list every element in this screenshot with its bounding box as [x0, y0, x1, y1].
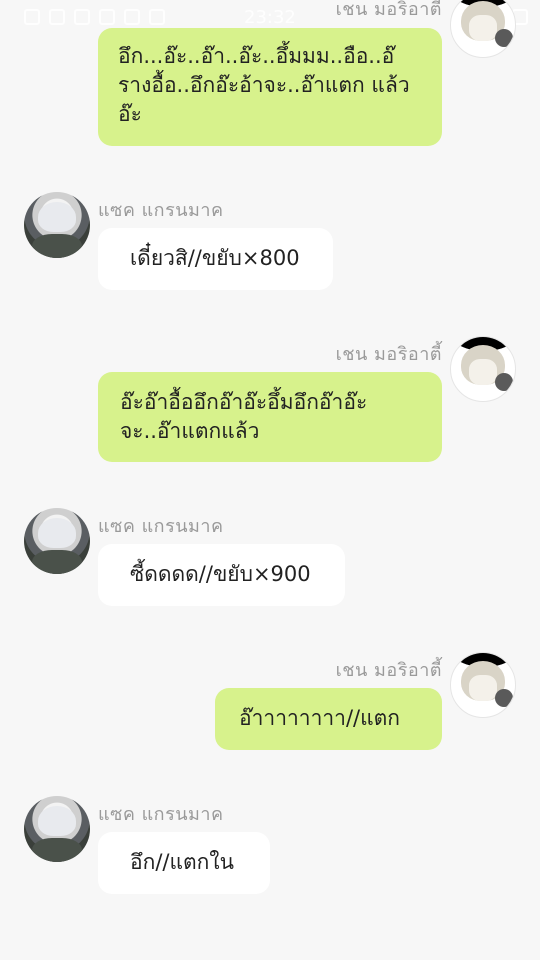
self-avatar[interactable] — [450, 652, 516, 718]
message-bubble[interactable]: อึก...อ๊ะ..อ๊า..อ๊ะ..อึ้มมม..อือ..อ๊ ราง… — [98, 28, 442, 146]
self-avatar[interactable] — [450, 0, 516, 58]
notification-icon — [24, 9, 40, 25]
notification-icon — [124, 9, 140, 25]
status-time: 23:32 — [244, 7, 296, 28]
notification-icon — [149, 9, 165, 25]
self-name: เชน มอริอาตี้ — [335, 0, 442, 20]
notification-icon — [49, 9, 65, 25]
avatar-face — [469, 15, 497, 41]
sender-avatar[interactable] — [24, 508, 90, 574]
message-bubble[interactable]: เดี๋ยวสิ//ขยับ×800 — [98, 228, 333, 290]
avatar-flower — [495, 689, 513, 707]
self-name: เชน มอริอาตี้ — [335, 344, 442, 365]
avatar-face — [469, 359, 497, 385]
self-avatar[interactable] — [450, 336, 516, 402]
sender-avatar[interactable] — [24, 796, 90, 862]
notification-icons — [24, 9, 165, 25]
message-bubble[interactable]: อ๊าาาาาาาา//แตก — [215, 688, 442, 750]
self-name: เชน มอริอาตี้ — [335, 660, 442, 681]
sender-name: แซค แกรนมาค — [98, 516, 224, 537]
notification-icon — [74, 9, 90, 25]
avatar-face — [469, 675, 497, 701]
notification-icon — [99, 9, 115, 25]
avatar-flower — [495, 373, 513, 391]
message-bubble[interactable]: ซี้ดดดด//ขยับ×900 — [98, 544, 345, 606]
sender-avatar[interactable] — [24, 192, 90, 258]
sender-name: แซค แกรนมาค — [98, 200, 224, 221]
sender-name: แซค แกรนมาค — [98, 804, 224, 825]
avatar-flower — [495, 29, 513, 47]
message-bubble[interactable]: อึก//แตกใน — [98, 832, 270, 894]
message-bubble[interactable]: อ๊ะอ๊าอื้ออึกอ๊าอ๊ะอึ้มอึกอ๊าอ๊ะ จะ..อ๊า… — [98, 372, 442, 462]
